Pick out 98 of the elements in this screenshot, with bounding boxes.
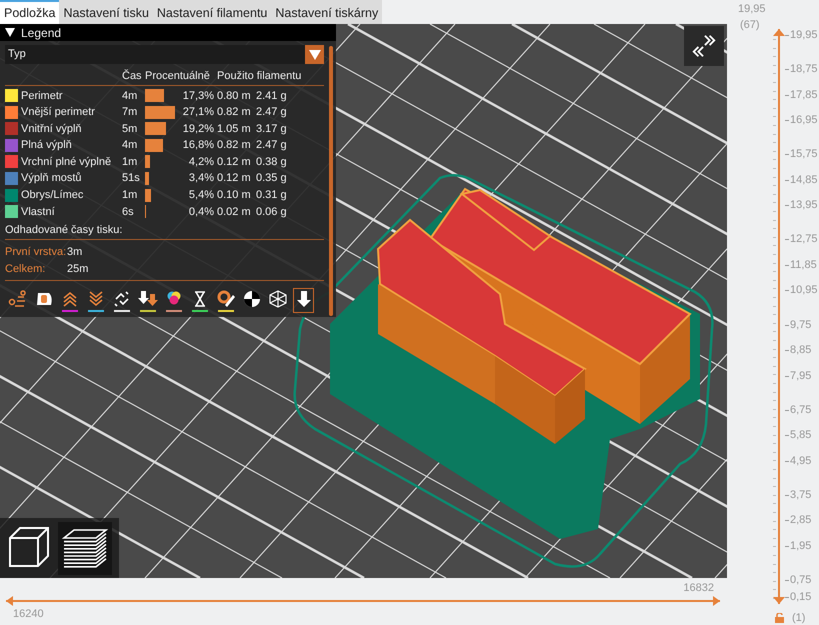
percentage-cell-text: 19,2% [182,122,214,135]
legend-title: Legend [21,26,62,40]
length-cell-text: 0.80 m [217,90,252,102]
time-cell-text: 4m [122,139,138,152]
gear-pencil-icon [216,289,236,310]
tab[interactable]: Nastavení tisku [59,0,153,24]
tick-label: 5,85 [790,429,812,442]
feature-name: Perimetr [21,90,64,102]
tick-label: 9,75 [790,318,812,330]
tick-label: 19,95 [790,29,818,41]
tick-label: 10,95 [790,284,818,296]
feature-name: Vnitřní výplň [21,122,83,135]
percentage-cell-text: 3,4% [188,172,214,184]
slider-value: 19,95 [738,3,766,15]
percentage-bar [145,188,151,202]
tick-label: 16,95 [790,114,818,126]
estimates-title: Odhadované časy tisku: [5,224,124,236]
estimate-value: 3m [67,246,82,258]
time-cell-text: 1m [122,156,138,168]
slider-value: 16240 [13,608,44,620]
length-cell-text: 0.12 m [217,156,252,168]
collapse-sidebar-button[interactable] [684,26,724,66]
tick-label: 1,95 [790,540,812,552]
length-cell-text: 0.82 m [217,106,252,118]
tick-label: 18,75 [790,63,818,76]
layers-view-button[interactable] [58,522,112,574]
tick-label: 11,85 [790,258,817,271]
weight-cell-text: 3.17 g [256,122,288,135]
weight-cell-text: 2.47 g [256,139,288,152]
time-cell-text: 51s [122,172,141,184]
feature-name: Vnější perimetr [21,106,96,118]
tick-label: 6,75 [790,404,812,416]
percentage-cell-text: 0,4% [188,206,214,218]
percentage-bar [145,172,149,185]
time-cell-text: 6s [122,206,135,218]
feature-name: Obrys/Límec [21,189,84,202]
tick-label: 3,75 [790,488,812,501]
percentage-cell-text: 17,3% [182,90,214,102]
percentage-cell-text: 4,2% [188,156,214,168]
toolbar-button[interactable] [137,288,158,314]
feature-name: Plná výplň [21,139,73,152]
tick-label: 8,85 [790,344,812,356]
tab[interactable]: Podložka [0,0,60,24]
length-cell-text: 0.02 m [217,206,252,218]
feature-name: Výplň mostů [21,172,83,184]
tick-label: 15,75 [790,148,818,160]
path-icon [8,289,28,310]
time-cell-text: 7m [122,106,138,118]
weight-cell-text: 0.06 g [256,206,288,218]
column-header: Procentuálně [145,70,211,82]
tick-label: 17,85 [790,88,818,101]
percentage-bar [145,89,164,102]
view-type-dropdown[interactable]: Typ [5,45,324,64]
weight-cell-text: 0.35 g [256,172,288,184]
tick-label: 2,85 [790,514,812,526]
tick-label: 7,95 [790,370,812,382]
weight-cell-text: 2.41 g [256,90,288,102]
scrollbar[interactable] [329,46,333,316]
tick-label: 12,75 [790,233,818,246]
time-cell-text: 4m [122,90,138,102]
estimate-value: 25m [67,262,88,275]
layer-number: (67) [740,19,760,31]
wireframe-cube-icon [268,289,288,310]
weight-cell-text: 0.31 g [256,189,288,202]
percentage-bar [145,122,166,136]
percentage-bar [145,106,175,119]
weight-cell-text: 2.47 g [256,106,288,118]
percentage-cell-text: 5,4% [188,189,214,202]
length-cell-text: 1.05 m [217,122,252,135]
column-header: Čas [122,70,142,82]
toolbar-button[interactable] [189,288,210,314]
tick-label: 14,85 [790,174,818,186]
toolbar-button[interactable] [215,288,236,314]
toolbar-button[interactable] [293,288,314,314]
tick-label: 0,15 [790,591,812,603]
percentage-bar [145,155,150,168]
time-cell-text: 1m [122,189,138,202]
feature-name: Vlastní [21,206,56,218]
tab[interactable]: Nastavení filamentu [152,0,272,24]
weight-cell-text: 0.38 g [256,156,288,168]
length-cell-text: 0.82 m [217,139,252,152]
percentage-cell-text: 27,1% [182,106,214,118]
estimate-label: Celkem: [5,262,46,275]
length-cell-text: 0.10 m [217,189,252,202]
tab[interactable]: Nastavení tiskárny [271,0,382,24]
layer-number: (1) [792,612,806,624]
estimate-label: První vrstva: [5,246,67,258]
percentage-bar [145,138,164,152]
feature-name: Vrchní plné výplně [21,156,112,168]
tick-label: 4,95 [790,454,812,467]
length-cell-text: 0.12 m [217,172,252,184]
tick-label: 13,95 [790,199,818,212]
time-cell-text: 5m [122,122,138,135]
tick-label: 0,75 [790,574,812,586]
slider-value: 16832 [683,582,714,594]
center-of-gravity-icon [242,289,262,310]
column-header: Použito filamentu [217,70,302,82]
percentage-cell-text: 16,8% [182,139,214,152]
